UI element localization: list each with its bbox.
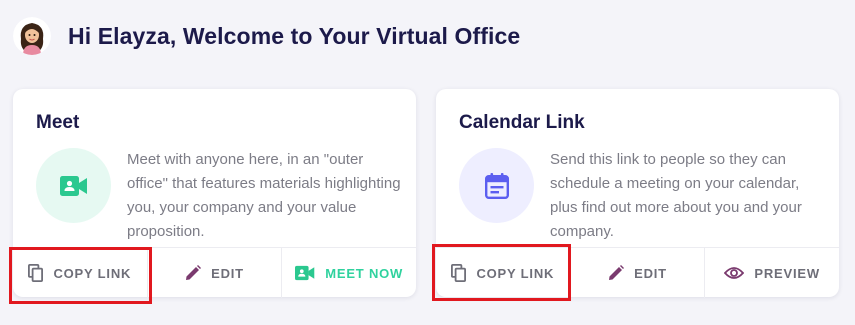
copy-icon [28, 264, 44, 282]
copy-link-label: COPY LINK [476, 265, 555, 281]
meet-now-label: MEET NOW [325, 265, 404, 281]
calendar-icon [484, 172, 509, 199]
copy-link-button[interactable]: COPY LINK [13, 248, 147, 298]
pencil-icon [186, 265, 202, 280]
calendar-icon-circle [459, 148, 534, 223]
card-title: Calendar Link [459, 112, 585, 133]
copy-link-label: COPY LINK [53, 265, 132, 281]
edit-label: EDIT [634, 265, 667, 281]
meet-card: Meet Meet with anyone here, in an "outer… [13, 89, 416, 298]
video-camera-icon [295, 265, 315, 281]
edit-label: EDIT [211, 265, 244, 281]
edit-button[interactable]: EDIT [146, 248, 282, 298]
page-header: Hi Elayza, Welcome to Your Virtual Offic… [13, 17, 520, 55]
edit-button[interactable]: EDIT [569, 248, 705, 298]
calendar-card: Calendar Link Send this link to people s… [436, 89, 839, 298]
preview-label: PREVIEW [754, 265, 820, 281]
copy-link-button[interactable]: COPY LINK [436, 248, 570, 298]
preview-button[interactable]: PREVIEW [704, 248, 839, 298]
video-camera-icon [59, 175, 87, 196]
meet-icon-circle [36, 148, 111, 223]
eye-icon [724, 267, 745, 279]
card-description: Meet with anyone here, in an "outer offi… [127, 151, 401, 240]
meet-now-button[interactable]: MEET NOW [281, 248, 416, 298]
card-actions: COPY LINK EDIT MEET NOW [13, 247, 416, 298]
card-actions: COPY LINK EDIT PREVIEW [436, 247, 839, 298]
page-title: Hi Elayza, Welcome to Your Virtual Offic… [68, 22, 521, 49]
copy-icon [451, 264, 467, 282]
card-description: Send this link to people so they can sch… [550, 151, 802, 240]
avatar[interactable] [13, 17, 51, 55]
pencil-icon [609, 265, 625, 280]
card-title: Meet [36, 112, 80, 133]
